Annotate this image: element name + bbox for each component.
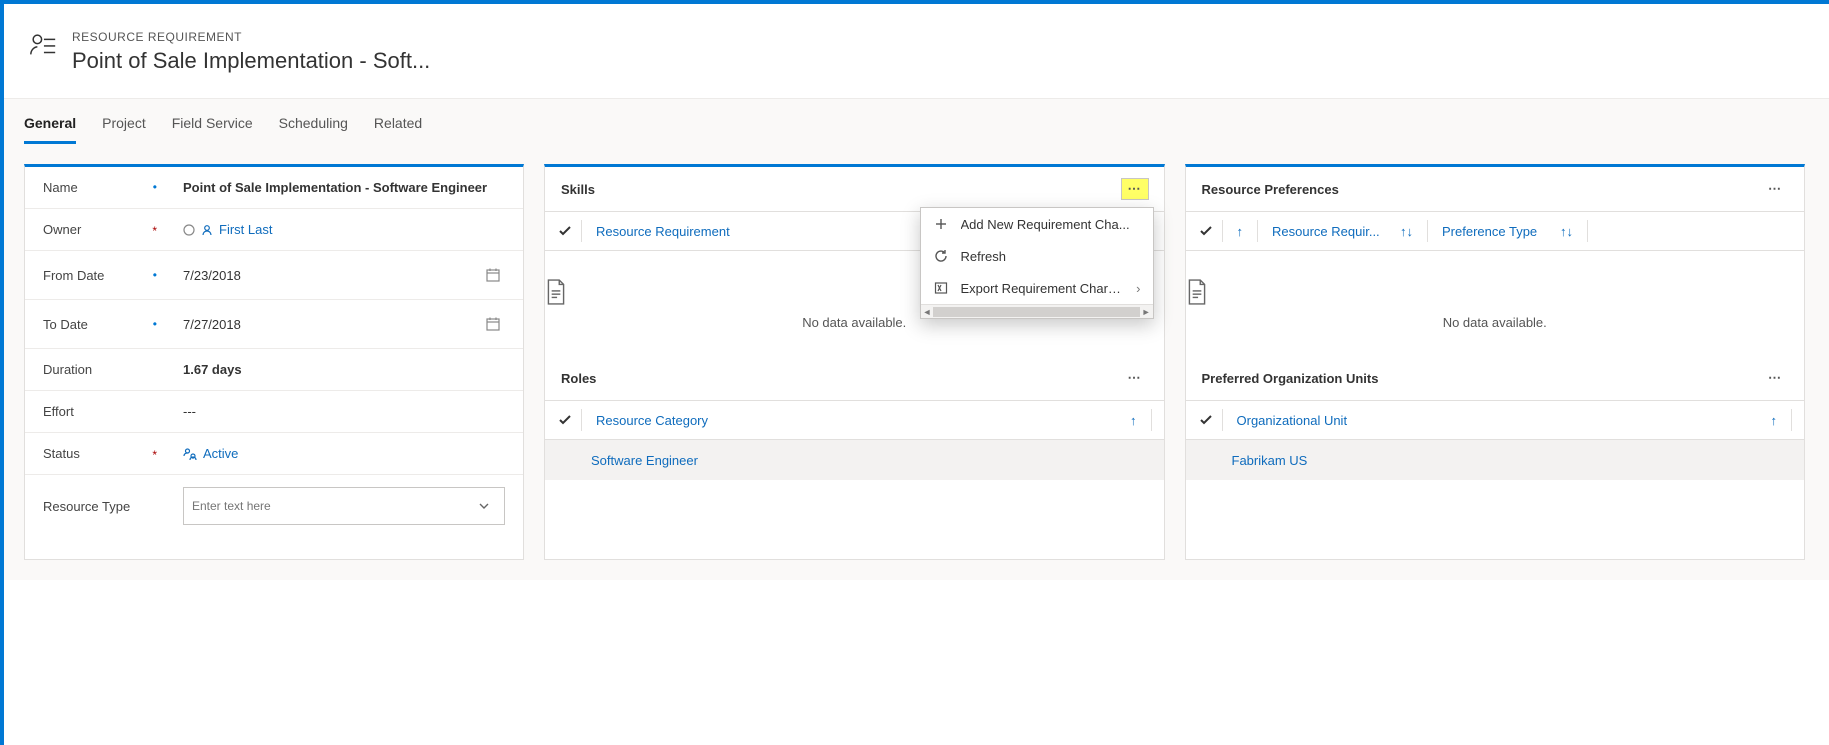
- menu-horizontal-scrollbar[interactable]: ◄ ►: [921, 304, 1153, 318]
- from-date-calendar-button[interactable]: [481, 263, 505, 287]
- owner-link[interactable]: First Last: [219, 222, 272, 237]
- select-all-icon[interactable]: [557, 412, 573, 428]
- resource-type-label: Resource Type: [43, 499, 130, 514]
- menu-add-new-requirement-characteristic[interactable]: Add New Requirement Cha...: [921, 208, 1153, 240]
- status-label: Status: [43, 446, 80, 461]
- tab-related[interactable]: Related: [374, 115, 422, 144]
- workspace: Name • Point of Sale Implementation - Sof…: [0, 144, 1829, 580]
- sort-up-icon[interactable]: ↑: [1765, 413, 1784, 428]
- duration-value[interactable]: 1.67 days: [183, 362, 505, 377]
- app-left-accent: [0, 4, 4, 745]
- status-value[interactable]: Active: [183, 446, 505, 461]
- prefs-col-resource-requirement[interactable]: Resource Requir...: [1266, 224, 1386, 239]
- tab-project[interactable]: Project: [102, 115, 146, 144]
- duration-label: Duration: [43, 362, 92, 377]
- menu-refresh-label: Refresh: [961, 249, 1141, 264]
- menu-add-label: Add New Requirement Cha...: [961, 217, 1141, 232]
- tab-row: General Project Field Service Scheduling…: [0, 98, 1829, 144]
- to-date-label: To Date: [43, 317, 88, 332]
- from-date-value[interactable]: 7/23/2018: [183, 268, 475, 283]
- status-icon: [183, 447, 197, 461]
- name-value[interactable]: Point of Sale Implementation - Software …: [183, 180, 505, 195]
- owner-value[interactable]: First Last: [183, 222, 505, 237]
- roles-row-0-value: Software Engineer: [591, 453, 698, 468]
- refresh-icon: [933, 248, 949, 264]
- select-all-icon[interactable]: [1198, 223, 1214, 239]
- chevron-right-icon: ›: [1136, 281, 1140, 296]
- scroll-right-icon[interactable]: ►: [1142, 307, 1151, 317]
- resource-preferences-title: Resource Preferences: [1202, 182, 1339, 197]
- preferred-org-units-title: Preferred Organization Units: [1202, 371, 1379, 386]
- menu-export-requirement-characteristics[interactable]: Export Requirement Charac... ›: [921, 272, 1153, 304]
- effort-value[interactable]: ---: [183, 404, 505, 419]
- prefs-empty-state: No data available.: [1186, 251, 1805, 350]
- menu-export-label: Export Requirement Charac...: [961, 281, 1125, 296]
- required-marker: *: [152, 224, 157, 238]
- sort-updown-icon[interactable]: ↑↓: [1554, 224, 1579, 239]
- effort-label: Effort: [43, 404, 74, 419]
- prefs-grid-header: ↑ Resource Requir... ↑↓ Preference Type …: [1186, 211, 1805, 251]
- record-open-icon: [183, 224, 195, 236]
- excel-icon: [933, 280, 949, 296]
- required-marker: *: [152, 448, 157, 462]
- skills-more-menu: Add New Requirement Cha... Refresh Expor…: [920, 207, 1154, 319]
- plus-icon: [933, 216, 949, 232]
- person-icon: [201, 224, 213, 236]
- scroll-left-icon[interactable]: ◄: [923, 307, 932, 317]
- resource-preferences-more-button[interactable]: ⋯: [1762, 179, 1788, 199]
- page-eyebrow: RESOURCE REQUIREMENT: [72, 30, 430, 44]
- select-all-icon[interactable]: [1198, 412, 1214, 428]
- chevron-down-icon[interactable]: [472, 494, 496, 518]
- skills-title: Skills: [561, 182, 595, 197]
- sort-up-icon[interactable]: ↑: [1124, 413, 1143, 428]
- resource-type-select[interactable]: [183, 487, 505, 525]
- roles-more-button[interactable]: ⋯: [1122, 368, 1148, 388]
- roles-col-resource-category[interactable]: Resource Category: [590, 413, 1116, 428]
- tab-field-service[interactable]: Field Service: [172, 115, 253, 144]
- general-form-card: Name • Point of Sale Implementation - Sof…: [24, 164, 524, 560]
- skills-roles-card: Skills ⋯ Add New Requirement Cha... Refr…: [544, 164, 1165, 560]
- scroll-track[interactable]: [933, 307, 1139, 317]
- orgs-col-organizational-unit[interactable]: Organizational Unit: [1231, 413, 1757, 428]
- menu-refresh[interactable]: Refresh: [921, 240, 1153, 272]
- skills-more-button[interactable]: ⋯: [1122, 179, 1148, 199]
- recommended-marker: •: [153, 317, 157, 331]
- prefs-col-preference-type[interactable]: Preference Type: [1436, 224, 1546, 239]
- tab-general[interactable]: General: [24, 115, 76, 144]
- owner-label: Owner: [43, 222, 81, 237]
- page-header: RESOURCE REQUIREMENT Point of Sale Imple…: [0, 4, 1829, 98]
- preferred-org-units-more-button[interactable]: ⋯: [1762, 368, 1788, 388]
- status-link[interactable]: Active: [203, 446, 238, 461]
- prefs-empty-text: No data available.: [1186, 315, 1805, 330]
- resource-type-input[interactable]: [192, 499, 472, 513]
- roles-grid-header: Resource Category ↑: [545, 400, 1164, 440]
- document-icon: [1186, 279, 1208, 305]
- from-date-label: From Date: [43, 268, 104, 283]
- select-all-icon[interactable]: [557, 223, 573, 239]
- to-date-value[interactable]: 7/27/2018: [183, 317, 475, 332]
- resource-requirement-icon: [28, 30, 58, 60]
- orgs-row-0-value: Fabrikam US: [1232, 453, 1308, 468]
- name-label: Name: [43, 180, 78, 195]
- orgs-grid-header: Organizational Unit ↑: [1186, 400, 1805, 440]
- recommended-marker: •: [153, 180, 157, 194]
- document-icon: [545, 279, 567, 305]
- page-title: Point of Sale Implementation - Soft...: [72, 48, 430, 74]
- to-date-calendar-button[interactable]: [481, 312, 505, 336]
- orgs-row-0[interactable]: Fabrikam US: [1186, 440, 1805, 480]
- recommended-marker: •: [153, 268, 157, 282]
- roles-title: Roles: [561, 371, 596, 386]
- preferences-card: Resource Preferences ⋯ ↑ Resource Requir…: [1185, 164, 1806, 560]
- sort-updown-icon[interactable]: ↑↓: [1394, 224, 1419, 239]
- sort-up-icon[interactable]: ↑: [1231, 224, 1250, 239]
- roles-row-0[interactable]: Software Engineer: [545, 440, 1164, 480]
- tab-scheduling[interactable]: Scheduling: [279, 115, 348, 144]
